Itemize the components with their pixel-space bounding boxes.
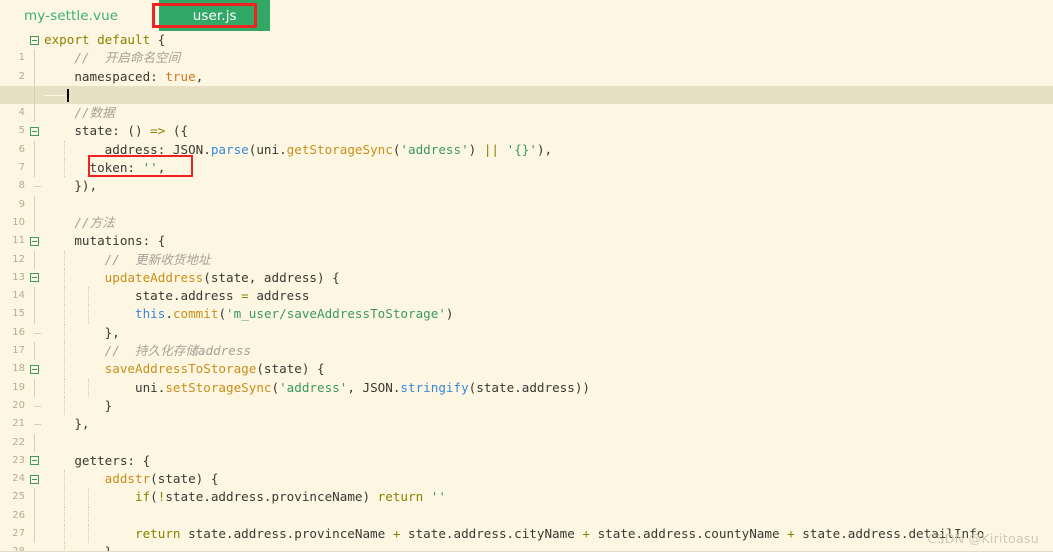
current-line-lead [44,94,65,96]
fold-toggle-icon[interactable] [30,474,39,484]
fold-guide [34,378,35,397]
code-line[interactable]: 13 // 更新收货地址 [0,250,1053,283]
line-content: }, [74,416,90,432]
fold-end-marker [34,405,41,407]
code-line[interactable]: 20 uni.setStorageSync('address', JSON.st… [0,378,1053,411]
code-line[interactable]: 3 namespaced: true, [0,67,1053,100]
fold-guide [34,525,35,544]
code-line[interactable]: 10 [0,195,1053,228]
code-line[interactable]: 2 // 开启命名空间 [0,49,1053,82]
fold-toggle-icon[interactable] [30,126,39,136]
code-line[interactable]: 8 token: '', [0,159,1053,191]
line-content: mutations: { [74,233,166,249]
watermark-text: CSDN @Kiritoasu [927,531,1039,546]
code-line[interactable]: 23 [0,433,1053,466]
line-content: // 开启命名空间 [74,50,181,66]
code-editor[interactable]: 1 export default { 2 // 开启命名空间 3 namespa… [0,31,1053,552]
code-line[interactable]: 16 this.commit('m_user/saveAddressToStor… [0,305,1053,338]
fold-guide [34,140,35,160]
code-line[interactable]: 21 } [0,396,1053,429]
fold-guide [34,506,35,526]
fold-guide [34,433,35,452]
code-line[interactable]: 14 updateAddress(state, address) { [0,268,1053,301]
line-content: uni.setStorageSync('address', JSON.strin… [135,379,590,395]
text-caret [67,88,69,102]
line-content: addstr(state) { [104,471,219,487]
fold-guide [34,488,35,507]
line-content: updateAddress(state, address) { [104,269,340,285]
fold-guide [34,195,35,214]
fold-end-marker [34,332,41,334]
tab-user-js[interactable]: user.js [159,0,271,31]
code-line[interactable]: 26 if(!state.address.provinceName) retur… [0,488,1053,521]
code-line[interactable]: 6 state: () => ({ [0,122,1053,154]
code-line[interactable]: 17 }, [0,323,1053,356]
indent-guide [64,506,65,526]
code-line[interactable]: 5 //数据 [0,104,1053,136]
fold-guide [34,85,35,105]
line-content: // 持久化存储address [104,343,252,359]
code-line[interactable]: 28 return state.address.provinceName + s… [0,525,1053,552]
line-content: token: '', [89,160,166,176]
line-content: state.address = address [135,288,310,304]
line-content: state: () => ({ [74,123,189,139]
code-line[interactable]: 24 getters: { [0,452,1053,484]
fold-toggle-icon[interactable] [30,236,39,246]
line-content: namespaced: true, [74,68,204,84]
line-content: //方法 [74,214,115,230]
fold-toggle-icon[interactable] [30,273,39,283]
fold-guide [34,104,35,123]
fold-guide [34,342,35,361]
code-line[interactable]: 19 saveAddressToStorage(state) { [0,360,1053,393]
fold-end-marker [34,424,41,426]
fold-toggle-icon[interactable] [30,364,39,374]
line-content: }), [74,178,98,194]
tab-my-settle-vue[interactable]: my-settle.vue [0,0,140,31]
tab-label: my-settle.vue [24,7,119,24]
line-content: return state.address.provinceName + stat… [135,526,985,542]
fold-guide [34,49,35,68]
fold-guide [34,159,35,178]
editor-tab-bar: my-settle.vue user.js [0,0,1053,31]
line-content: export default { [44,32,166,47]
fold-guide [34,305,35,324]
line-content: //数据 [74,105,115,121]
line-content: // 更新收货地址 [104,251,211,267]
line-content: if(!state.address.provinceName) return '… [135,489,446,505]
code-line-current[interactable]: 4 [0,85,1053,118]
code-line[interactable]: 12 mutations: { [0,232,1053,264]
line-content: address: JSON.parse(uni.getStorageSync('… [104,141,553,157]
line-content: } [104,397,113,413]
indent-guide [88,506,89,526]
fold-toggle-icon[interactable] [30,456,39,466]
code-line[interactable]: 9 }), [0,177,1053,209]
code-line[interactable]: 1 export default { [0,31,1053,63]
code-line[interactable]: 22 }, [0,415,1053,447]
tab-label: user.js [192,7,237,24]
fold-guide [34,213,35,233]
fold-guide [34,250,35,269]
fold-guide [34,67,35,86]
code-line[interactable]: 25 addstr(state) { [0,470,1053,502]
code-line[interactable]: 27 [0,506,1053,539]
code-line[interactable]: 18 // 持久化存储address [0,342,1053,374]
code-line[interactable]: 11 //方法 [0,213,1053,246]
line-content: saveAddressToStorage(state) { [104,361,325,377]
fold-end-marker [34,186,41,188]
line-content: getters: { [74,452,151,468]
line-content: }, [104,324,120,340]
code-line[interactable]: 15 state.address = address [0,287,1053,319]
fold-guide [34,287,35,306]
fold-toggle-icon[interactable] [30,35,39,45]
line-content: this.commit('m_user/saveAddressToStorage… [135,306,454,322]
code-line[interactable]: 7 address: JSON.parse(uni.getStorageSync… [0,140,1053,173]
